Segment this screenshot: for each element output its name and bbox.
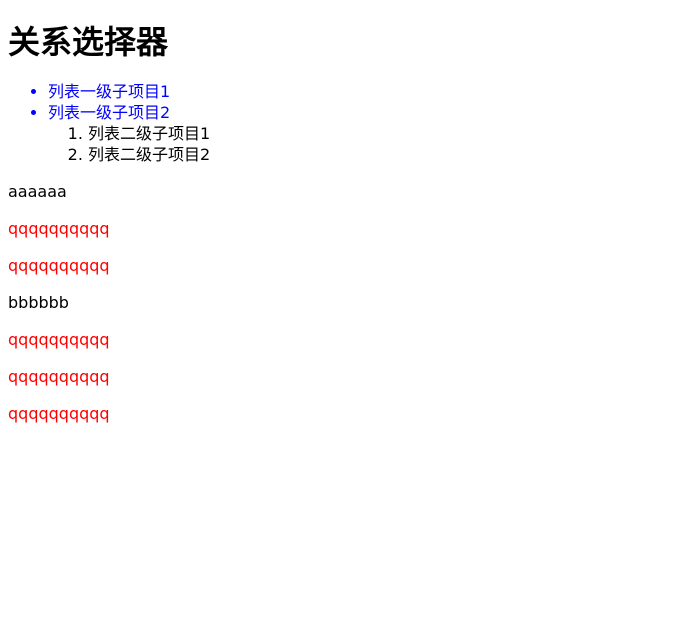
sublist-item-label: 列表二级子项目1 — [88, 124, 211, 143]
page: 关系选择器 列表一级子项目1 列表一级子项目2 列表二级子项目1 列表二级子项目… — [0, 0, 699, 641]
sublist-item-label: 列表二级子项目2 — [88, 145, 211, 164]
paragraph-q: qqqqqqqqqq — [8, 367, 110, 386]
sublist-item: 列表二级子项目1 — [88, 123, 691, 144]
paragraph-b: bbbbbb — [8, 293, 69, 312]
list-item-label: 列表一级子项目1 — [48, 82, 171, 101]
list-item-label: 列表一级子项目2 — [48, 103, 171, 122]
page-title: 关系选择器 — [8, 23, 169, 61]
paragraph-q: qqqqqqqqqq — [8, 256, 110, 275]
second-level-list: 列表二级子项目1 列表二级子项目2 — [48, 123, 691, 165]
first-level-list: 列表一级子项目1 列表一级子项目2 列表二级子项目1 列表二级子项目2 — [8, 81, 691, 165]
list-item: 列表一级子项目1 — [48, 81, 691, 102]
list-item: 列表一级子项目2 列表二级子项目1 列表二级子项目2 — [48, 102, 691, 165]
paragraph-q: qqqqqqqqqq — [8, 404, 110, 423]
paragraph-a: aaaaaa — [8, 182, 67, 201]
paragraph-q: qqqqqqqqqq — [8, 219, 110, 238]
paragraph-q: qqqqqqqqqq — [8, 330, 110, 349]
sublist-item: 列表二级子项目2 — [88, 144, 691, 165]
